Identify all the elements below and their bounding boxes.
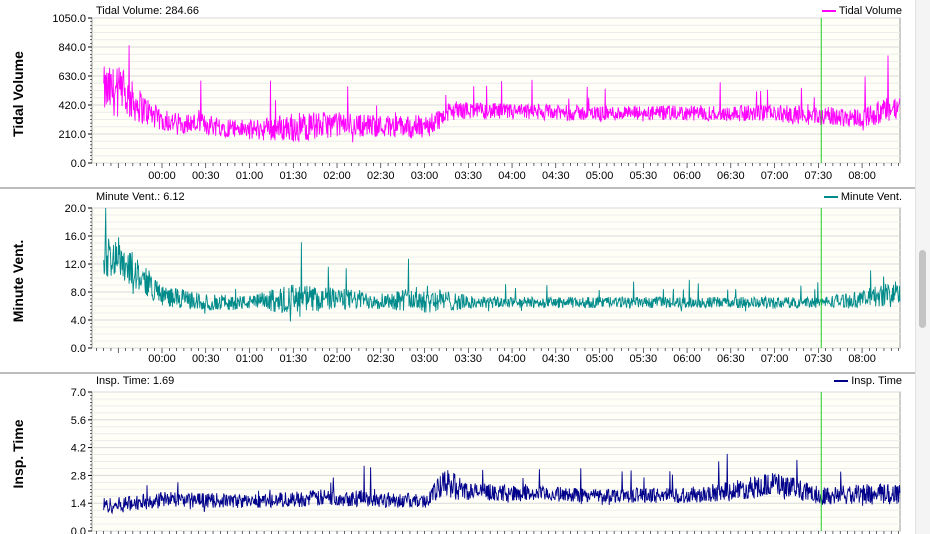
x-tick-label: 05:00: [586, 353, 614, 365]
y-tick-label: 2.8: [71, 470, 86, 482]
trend-charts: 0.0210.0420.0630.0840.01050.000:00 00:30 0…: [52, 13, 901, 534]
vertical-scrollbar[interactable]: [915, 0, 930, 534]
x-tick-label: 01:30: [280, 170, 308, 182]
y-tick-label: 840.0: [58, 42, 86, 54]
y-tick-label: 630.0: [58, 71, 86, 83]
x-tick-label: 06:00: [673, 353, 701, 365]
chart-3: 0.0 1.4 2.8 4.2 5.6 7.0: [71, 387, 901, 534]
x-tick-label: 08:00: [848, 353, 876, 365]
x-tick-label: 00:30: [192, 353, 220, 365]
x-tick-label: 05:30: [630, 170, 658, 182]
y-tick-label: 4.2: [71, 443, 86, 455]
y-tick-label: 210.0: [58, 129, 86, 141]
y-tick-label: 7.0: [71, 387, 86, 399]
y-tick-label: 20.0: [65, 203, 86, 215]
x-tick-label: 02:00: [323, 353, 351, 365]
x-tick-label: 06:30: [717, 353, 745, 365]
y-tick-label: 1050.0: [52, 13, 86, 25]
y-tick-label: 1.4: [71, 498, 86, 510]
x-tick-label: 03:30: [455, 170, 483, 182]
x-tick-label: 04:30: [542, 353, 570, 365]
x-tick-label: 03:30: [455, 353, 483, 365]
x-tick-label: 00:30: [192, 170, 220, 182]
x-tick-label: 00:00: [148, 170, 176, 182]
y-tick-label: 0.0: [71, 158, 86, 170]
x-tick-label: 04:30: [542, 170, 570, 182]
y-tick-label: 12.0: [65, 259, 86, 271]
x-tick-label: 07:00: [761, 170, 789, 182]
x-tick-label: 02:30: [367, 353, 395, 365]
x-tick-label: 07:30: [805, 353, 833, 365]
x-tick-label: 02:00: [323, 170, 351, 182]
y-tick-label: 420.0: [58, 100, 86, 112]
x-tick-label: 07:00: [761, 353, 789, 365]
y-tick-label: 0.0: [71, 526, 86, 534]
y-tick-label: 5.6: [71, 415, 86, 427]
x-tick-label: 06:00: [673, 170, 701, 182]
x-tick-label: 04:00: [498, 170, 526, 182]
x-tick-label: 02:30: [367, 170, 395, 182]
x-tick-label: 04:00: [498, 353, 526, 365]
x-tick-label: 03:00: [411, 353, 439, 365]
x-tick-label: 07:30: [805, 170, 833, 182]
x-tick-label: 03:00: [411, 170, 439, 182]
x-tick-label: 05:00: [586, 170, 614, 182]
y-tick-label: 16.0: [65, 231, 86, 243]
x-tick-label: 05:30: [630, 353, 658, 365]
x-tick-label: 08:00: [848, 170, 876, 182]
x-tick-label: 06:30: [717, 170, 745, 182]
chart-2: 0.0 4.0 8.0 12.0 16.0 20.0 00:00 00:30 01:00 01:3…: [65, 203, 901, 365]
y-tick-label: 0.0: [71, 343, 86, 355]
x-tick-label: 01:00: [236, 170, 264, 182]
y-tick-label: 4.0: [71, 315, 86, 327]
y-tick-label: 8.0: [71, 287, 86, 299]
x-tick-label: 01:00: [236, 353, 264, 365]
x-tick-label: 01:30: [280, 353, 308, 365]
chart-1: 0.0 210.0 420.0 630.0 840.0 1050.0 00:00 00:30 0…: [52, 13, 901, 182]
x-tick-label: 00:00: [148, 353, 176, 365]
scrollbar-thumb[interactable]: [919, 250, 926, 328]
